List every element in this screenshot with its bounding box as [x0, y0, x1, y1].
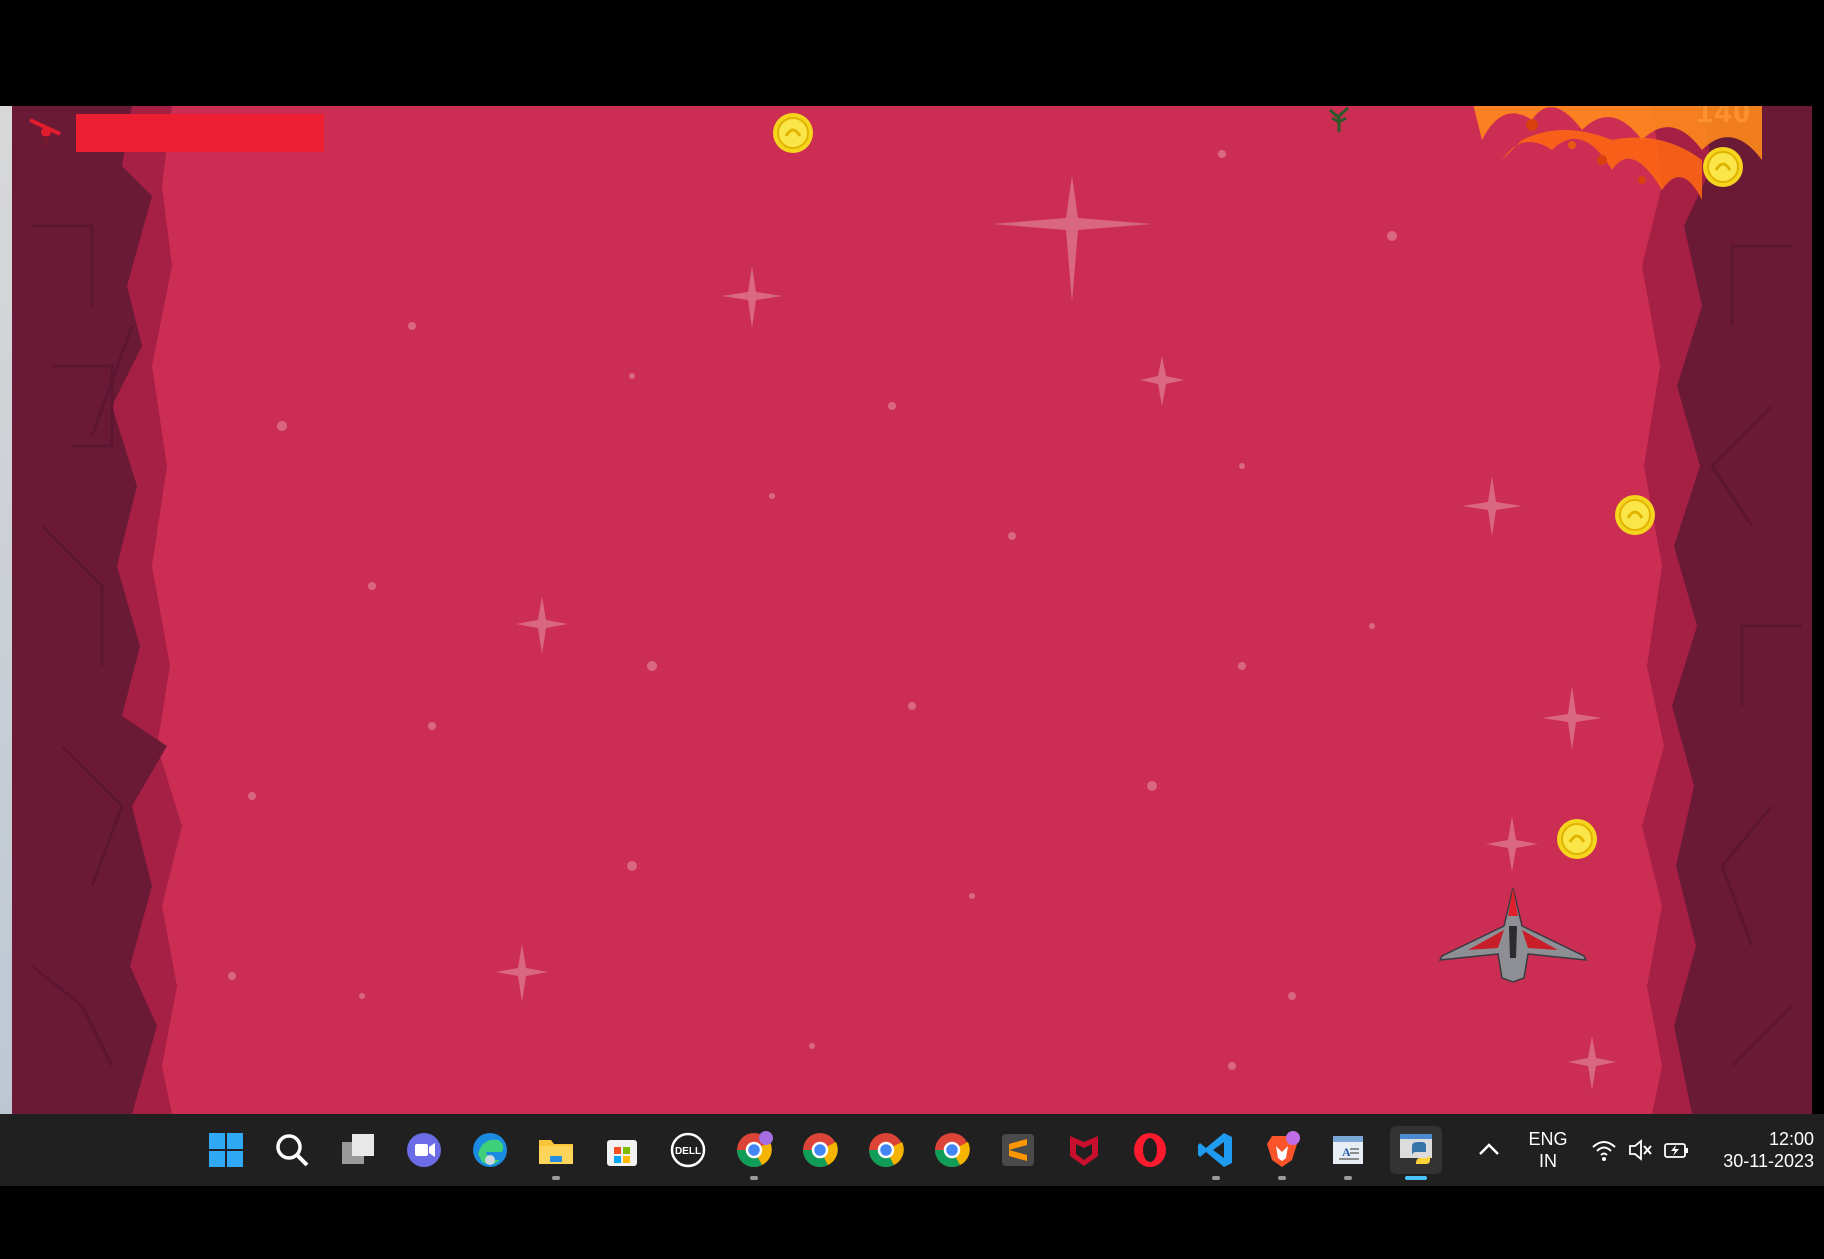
player-ship-icon[interactable] — [1438, 886, 1588, 986]
chrome-icon[interactable] — [862, 1126, 910, 1174]
mcafee-icon[interactable] — [1060, 1126, 1108, 1174]
sublime-text-icon[interactable] — [994, 1126, 1042, 1174]
hp-bar — [76, 114, 324, 152]
clock-time: 12:00 — [1768, 1129, 1814, 1149]
coin-icon[interactable] — [1702, 146, 1744, 188]
coin-icon[interactable] — [772, 112, 814, 154]
teams-chat-icon[interactable] — [400, 1126, 448, 1174]
language-region: IN — [1539, 1151, 1557, 1171]
coin-icon[interactable] — [1614, 494, 1656, 536]
windows-start-icon[interactable] — [202, 1126, 250, 1174]
vscode-icon[interactable] — [1192, 1126, 1240, 1180]
chevron-up-icon[interactable] — [1476, 1138, 1502, 1160]
brave-icon[interactable] — [1258, 1126, 1306, 1180]
opera-icon[interactable] — [1126, 1126, 1174, 1174]
svg-text:A: A — [1342, 1145, 1351, 1159]
clock-date: 30-11-2023 — [1723, 1151, 1814, 1171]
right-wall-dark — [1672, 106, 1812, 1114]
starfield — [228, 150, 1616, 1090]
background-window-edge — [0, 106, 12, 1114]
chrome-icon[interactable] — [730, 1126, 778, 1180]
taskbar: DELL A ENG IN 12:00 30-11-2023 — [0, 1114, 1824, 1186]
search-icon[interactable] — [268, 1126, 316, 1174]
python-icon[interactable] — [1390, 1126, 1442, 1180]
wifi-icon[interactable] — [1590, 1136, 1618, 1164]
wordpad-icon[interactable]: A — [1324, 1126, 1372, 1180]
battery-charging-icon[interactable] — [1662, 1136, 1690, 1164]
coin-icon[interactable] — [1556, 818, 1598, 860]
task-view-icon[interactable] — [334, 1126, 382, 1174]
hp-meter — [28, 114, 324, 152]
language-indicator[interactable]: ENG IN — [1526, 1128, 1570, 1172]
edge-icon[interactable] — [466, 1126, 514, 1174]
language-code: ENG — [1528, 1129, 1568, 1149]
chrome-icon[interactable] — [928, 1126, 976, 1174]
clock[interactable]: 12:00 30-11-2023 — [1706, 1128, 1814, 1172]
dell-icon[interactable]: DELL — [664, 1126, 712, 1174]
enemy-debris-icon — [1329, 106, 1349, 132]
svg-text:DELL: DELL — [675, 1146, 701, 1157]
chrome-icon[interactable] — [796, 1126, 844, 1174]
volume-muted-icon[interactable] — [1626, 1136, 1654, 1164]
hp-icon — [29, 118, 61, 146]
game-window[interactable]: 140 — [12, 106, 1812, 1114]
microsoft-store-icon[interactable] — [598, 1126, 646, 1174]
file-explorer-icon[interactable] — [532, 1126, 580, 1180]
